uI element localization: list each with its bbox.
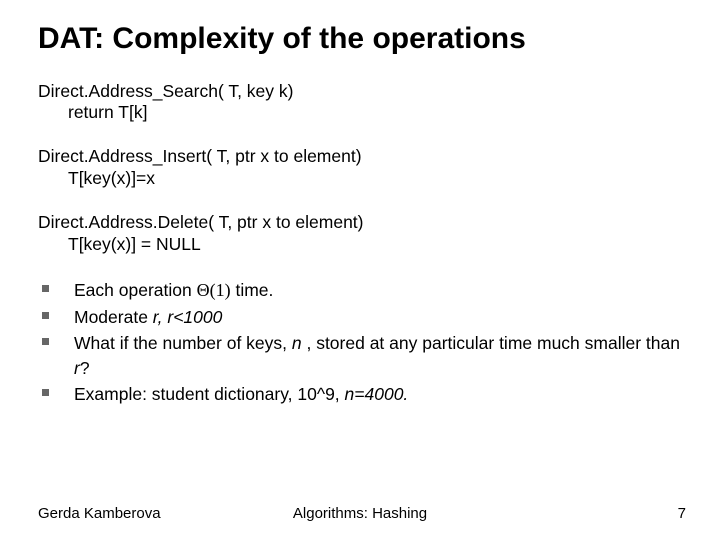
- op-search: Direct.Address_Search( T, key k) return …: [38, 81, 686, 125]
- op-search-body: return T[k]: [68, 102, 686, 124]
- op-delete-body: T[key(x)] = NULL: [68, 234, 686, 256]
- bullet-4-pre: Example: student dictionary, 10^9,: [74, 384, 345, 404]
- op-insert: Direct.Address_Insert( T, ptr x to eleme…: [38, 146, 686, 190]
- footer-author: Gerda Kamberova: [38, 505, 161, 522]
- bullet-3-n: n: [292, 333, 302, 353]
- footer-page-number: 7: [678, 505, 686, 522]
- slide: DAT: Complexity of the operations Direct…: [0, 0, 720, 540]
- bullet-4: Example: student dictionary, 10^9, n=400…: [40, 382, 686, 407]
- footer-title: Algorithms: Hashing: [293, 505, 427, 522]
- bullet-3: What if the number of keys, n , stored a…: [40, 331, 686, 380]
- op-insert-body: T[key(x)]=x: [68, 168, 686, 190]
- footer: Gerda Kamberova Algorithms: Hashing 7: [0, 505, 720, 522]
- bullet-2-italic: r, r<1000: [153, 307, 223, 327]
- bullet-1-post: time.: [231, 280, 274, 300]
- theta-notation: Θ(1): [197, 280, 231, 300]
- bullet-4-italic: n=4000.: [345, 384, 409, 404]
- bullet-3-pre: What if the number of keys,: [74, 333, 292, 353]
- op-delete: Direct.Address.Delete( T, ptr x to eleme…: [38, 212, 686, 256]
- bullet-2: Moderate r, r<1000: [40, 305, 686, 330]
- bullet-1: Each operation Θ(1) time.: [40, 278, 686, 303]
- op-insert-sig: Direct.Address_Insert( T, ptr x to eleme…: [38, 146, 686, 168]
- op-delete-sig: Direct.Address.Delete( T, ptr x to eleme…: [38, 212, 686, 234]
- bullet-2-pre: Moderate: [74, 307, 153, 327]
- bullet-3-q: ?: [80, 358, 90, 378]
- op-search-sig: Direct.Address_Search( T, key k): [38, 81, 686, 103]
- bullet-1-pre: Each operation: [74, 280, 197, 300]
- bullet-3-mid: , stored at any particular time much sma…: [302, 333, 680, 353]
- bullet-list: Each operation Θ(1) time. Moderate r, r<…: [40, 278, 686, 407]
- slide-title: DAT: Complexity of the operations: [38, 22, 686, 57]
